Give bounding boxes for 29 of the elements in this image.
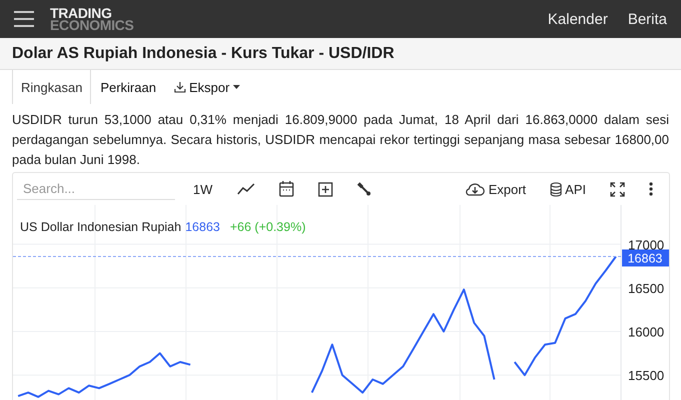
y-axis-label: 16500 bbox=[628, 280, 664, 296]
logo[interactable]: TRADING ECONOMICS bbox=[50, 7, 134, 31]
range-button[interactable]: 1W bbox=[193, 180, 212, 198]
line-chart-icon[interactable] bbox=[236, 183, 254, 195]
y-axis-label: 16000 bbox=[628, 324, 664, 340]
summary-paragraph: USDIDR turun 53,1000 atau 0,31% menjadi 16.809,9000 pada Jumat, 18 April dari 16.863,0000 dalam sesi perdagangan sebelumnya. Secara historis, USDIDR mencapai rekor tertinggi sepanjang masa sebesar 16800,00 pada bulan Juni 1998. bbox=[12, 111, 669, 169]
wrench-icon[interactable] bbox=[356, 182, 370, 196]
nav-link[interactable]: Kalender bbox=[548, 10, 608, 28]
tab[interactable]: Ringkasan bbox=[12, 70, 92, 104]
cloud-download-icon bbox=[465, 182, 486, 196]
nav-link[interactable]: Berita bbox=[628, 10, 667, 28]
page-title: Dolar AS Rupiah Indonesia - Kurs Tukar - USD/IDR bbox=[12, 44, 394, 62]
tab[interactable]: Ekspor bbox=[165, 70, 250, 104]
legend-change: +66 (+0.39%) bbox=[230, 220, 306, 234]
add-icon[interactable] bbox=[318, 182, 332, 196]
calendar-icon[interactable] bbox=[278, 181, 294, 197]
menu-icon[interactable] bbox=[14, 11, 34, 27]
download-icon bbox=[174, 81, 186, 93]
fullscreen-icon[interactable] bbox=[610, 182, 625, 196]
api-button[interactable]: API bbox=[550, 180, 586, 198]
y-axis-label: 15500 bbox=[628, 368, 664, 384]
legend-value: 16863 bbox=[185, 220, 220, 234]
database-icon bbox=[550, 182, 562, 196]
export-button[interactable]: Export bbox=[465, 180, 526, 198]
legend-name: US Dollar Indonesian Rupiah bbox=[20, 220, 182, 234]
caret-icon bbox=[232, 84, 241, 90]
more-icon[interactable] bbox=[649, 182, 653, 196]
price-tag: 16863 bbox=[622, 249, 669, 266]
tab[interactable]: Perkiraan bbox=[91, 70, 166, 104]
